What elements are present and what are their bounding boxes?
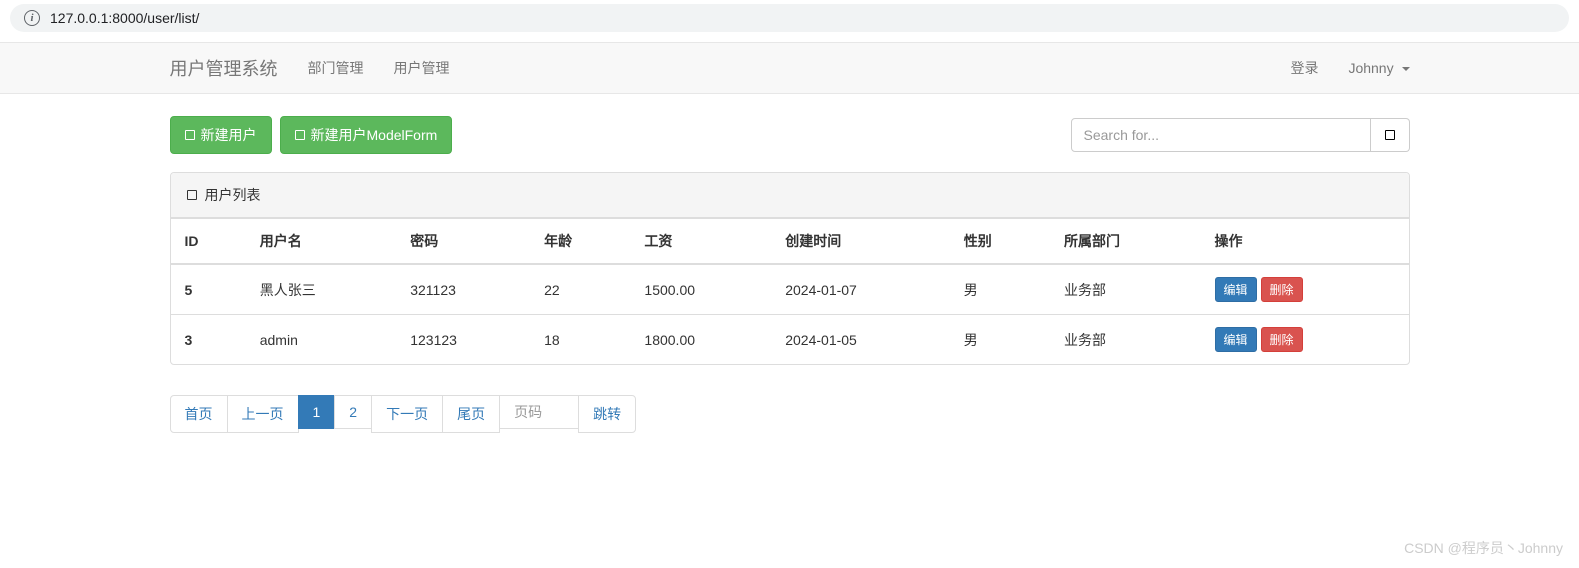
edit-button[interactable]: 编辑 (1215, 277, 1257, 302)
table-row: 3admin123123181800.002024-01-05男业务部编辑删除 (171, 315, 1409, 365)
edit-button[interactable]: 编辑 (1215, 327, 1257, 352)
cell-dept: 业务部 (1050, 315, 1200, 365)
navbar-nav: 部门管理用户管理 (293, 43, 465, 93)
cell-age: 18 (530, 315, 630, 365)
user-table: ID用户名密码年龄工资创建时间性别所属部门操作 5黑人张三32112322150… (171, 218, 1409, 364)
page-number-input[interactable] (499, 395, 579, 429)
cell-salary: 1800.00 (630, 315, 771, 365)
cell-actions: 编辑删除 (1201, 315, 1409, 365)
table-header: 工资 (630, 219, 771, 265)
cell-username: admin (246, 315, 396, 365)
table-header: 年龄 (530, 219, 630, 265)
cell-id: 5 (171, 264, 246, 315)
login-link[interactable]: 登录 (1275, 43, 1333, 93)
cell-created: 2024-01-05 (771, 315, 949, 365)
user-name: Johnny (1348, 60, 1393, 76)
search-icon (1385, 130, 1395, 140)
user-dropdown[interactable]: Johnny (1333, 45, 1424, 91)
nav-item-0[interactable]: 部门管理 (293, 43, 379, 93)
page-2[interactable]: 2 (334, 395, 372, 429)
page-1[interactable]: 1 (298, 395, 336, 429)
panel-title: 用户列表 (205, 185, 261, 205)
page-last[interactable]: 尾页 (442, 395, 500, 433)
cell-age: 22 (530, 264, 630, 315)
nav-item-1[interactable]: 用户管理 (379, 43, 465, 93)
pagination: 首页上一页12下一页尾页 跳转 (170, 395, 1410, 433)
url-text: 127.0.0.1:8000/user/list/ (50, 10, 199, 26)
list-icon (187, 190, 197, 200)
cell-password: 321123 (396, 264, 530, 315)
cell-username: 黑人张三 (246, 264, 396, 315)
table-header: 创建时间 (771, 219, 949, 265)
page-prev[interactable]: 上一页 (227, 395, 299, 433)
cell-password: 123123 (396, 315, 530, 365)
search-group (1071, 118, 1410, 152)
cell-id: 3 (171, 315, 246, 365)
search-button[interactable] (1371, 118, 1410, 152)
table-header: 用户名 (246, 219, 396, 265)
delete-button[interactable]: 删除 (1261, 327, 1303, 352)
table-header: 密码 (396, 219, 530, 265)
cell-dept: 业务部 (1050, 264, 1200, 315)
cell-gender: 男 (950, 315, 1050, 365)
panel-heading: 用户列表 (171, 173, 1409, 218)
page-first[interactable]: 首页 (170, 395, 228, 433)
navbar-brand[interactable]: 用户管理系统 (155, 40, 293, 96)
info-icon: i (24, 10, 40, 26)
search-input[interactable] (1071, 118, 1371, 152)
plus-icon (185, 130, 195, 140)
watermark: CSDN @程序员丶Johnny (1404, 538, 1563, 558)
table-row: 5黑人张三321123221500.002024-01-07男业务部编辑删除 (171, 264, 1409, 315)
navbar: 用户管理系统 部门管理用户管理 登录 Johnny (0, 42, 1579, 94)
plus-icon (295, 130, 305, 140)
caret-down-icon (1402, 67, 1410, 71)
table-header: 所属部门 (1050, 219, 1200, 265)
cell-salary: 1500.00 (630, 264, 771, 315)
table-header: ID (171, 219, 246, 265)
jump-button[interactable]: 跳转 (578, 395, 636, 433)
new-user-modelform-button[interactable]: 新建用户ModelForm (280, 116, 453, 154)
page-next[interactable]: 下一页 (371, 395, 443, 433)
delete-button[interactable]: 删除 (1261, 277, 1303, 302)
cell-gender: 男 (950, 264, 1050, 315)
browser-url-bar[interactable]: i 127.0.0.1:8000/user/list/ (10, 4, 1569, 32)
table-header: 操作 (1201, 219, 1409, 265)
table-header: 性别 (950, 219, 1050, 265)
new-user-button[interactable]: 新建用户 (170, 116, 272, 154)
cell-created: 2024-01-07 (771, 264, 949, 315)
cell-actions: 编辑删除 (1201, 264, 1409, 315)
user-list-panel: 用户列表 ID用户名密码年龄工资创建时间性别所属部门操作 5黑人张三321123… (170, 172, 1410, 365)
